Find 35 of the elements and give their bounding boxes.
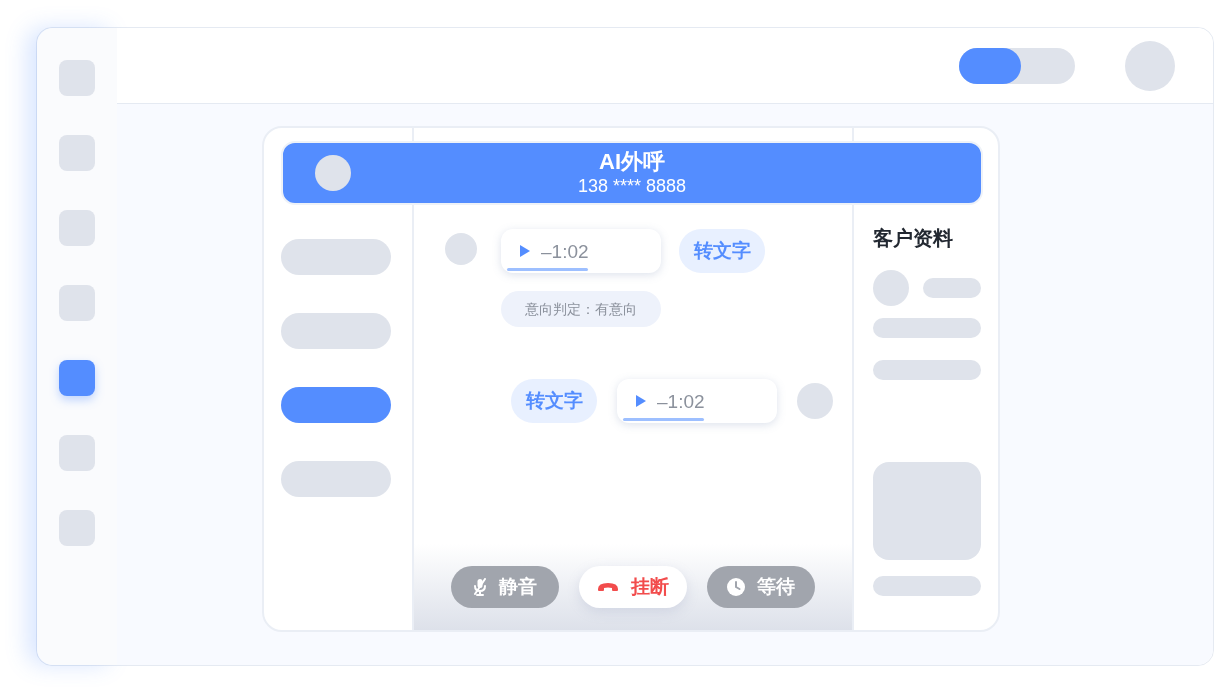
menu-item[interactable] [281,387,391,423]
voice-message[interactable]: –1:02 [617,379,777,423]
call-title: AI外呼 [599,149,665,175]
transcribe-button[interactable]: 转文字 [679,229,765,273]
menu-item[interactable] [281,461,391,497]
play-icon[interactable] [635,394,647,408]
duration-text: –1:02 [541,241,589,261]
avatar [445,233,477,265]
user-avatar[interactable] [1125,40,1175,91]
intent-tag: 意向判定：有意向 [501,291,661,327]
sidebar-item[interactable] [59,435,95,471]
profile-title: 客户资料 [873,228,954,248]
sidebar-item[interactable] [59,510,95,546]
mic-off-icon [473,578,487,596]
caller-avatar [315,155,351,191]
hang-up-button[interactable]: 挂断 [579,566,687,608]
hold-button[interactable]: 等待 [707,566,815,608]
profile-avatar [873,270,909,306]
voice-message[interactable]: –1:02 [501,229,661,273]
sidebar-item[interactable] [59,210,95,246]
avatar [797,383,833,419]
mute-button[interactable]: 静音 [451,566,559,608]
sidebar-item[interactable] [59,360,95,396]
transcribe-button[interactable]: 转文字 [511,379,597,423]
sidebar-item[interactable] [59,135,95,171]
clock-icon [727,578,745,596]
toggle-switch[interactable] [959,47,1075,84]
menu-item[interactable] [281,239,391,275]
menu-item[interactable] [281,313,391,349]
play-icon[interactable] [519,244,531,258]
hang-up-icon [597,582,619,592]
phone-number: 138 **** 8888 [577,175,687,197]
sidebar-item[interactable] [59,60,95,96]
sidebar-item[interactable] [59,285,95,321]
duration-text: –1:02 [657,391,705,411]
